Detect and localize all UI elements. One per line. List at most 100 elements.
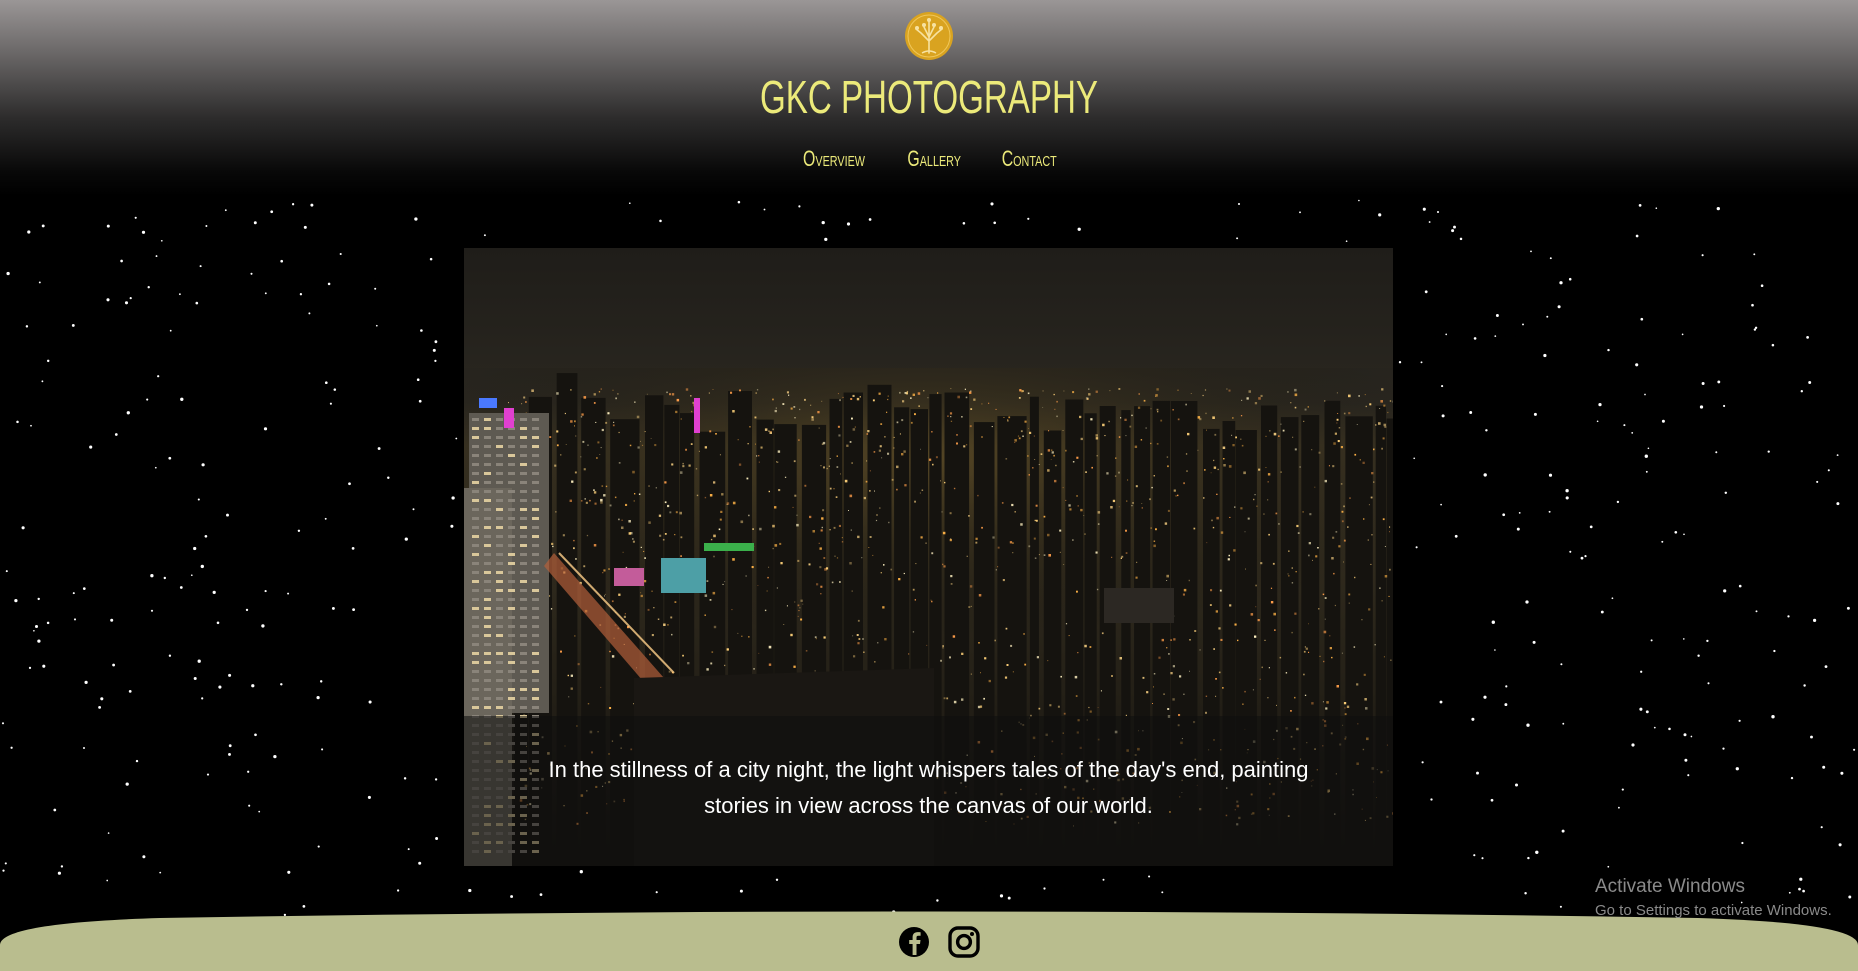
star — [1827, 469, 1830, 472]
star — [72, 592, 75, 595]
star — [1600, 610, 1604, 614]
star — [1398, 361, 1402, 364]
star — [1735, 767, 1739, 771]
star — [14, 598, 18, 603]
star — [655, 891, 658, 894]
star — [1840, 771, 1844, 775]
star — [1723, 404, 1726, 408]
star — [539, 893, 543, 896]
star — [1623, 424, 1626, 427]
star — [1345, 240, 1348, 243]
star — [114, 433, 118, 436]
star — [1535, 850, 1539, 854]
star — [193, 676, 197, 681]
star — [168, 456, 172, 460]
instagram-icon[interactable] — [947, 925, 981, 959]
star — [1527, 856, 1530, 860]
star — [775, 878, 779, 881]
star — [824, 237, 828, 242]
star — [228, 673, 232, 677]
star — [1569, 550, 1572, 553]
star — [1516, 527, 1520, 531]
star — [106, 224, 110, 228]
star — [510, 895, 514, 898]
star — [821, 220, 825, 225]
star — [1800, 390, 1803, 393]
star — [1424, 290, 1428, 294]
star — [1738, 584, 1742, 588]
star — [270, 210, 274, 214]
star — [1027, 217, 1030, 220]
star — [468, 888, 472, 893]
star — [263, 427, 268, 431]
star — [739, 889, 743, 893]
star — [16, 420, 19, 424]
star — [1546, 315, 1549, 318]
star — [1701, 382, 1705, 385]
star — [248, 804, 251, 807]
star — [1803, 684, 1806, 687]
star — [1661, 419, 1665, 423]
star — [1454, 534, 1458, 538]
nav-gallery[interactable]: Gallery — [907, 146, 961, 172]
star — [308, 312, 311, 315]
star — [228, 752, 231, 756]
star — [112, 663, 116, 667]
star — [71, 323, 75, 327]
star — [450, 524, 454, 528]
star — [10, 746, 13, 749]
nav-contact[interactable]: Contact — [1002, 146, 1057, 172]
star — [1706, 639, 1709, 643]
star — [124, 301, 129, 305]
star — [420, 329, 423, 332]
star — [321, 748, 324, 751]
star — [291, 203, 295, 206]
star — [414, 217, 418, 221]
star — [107, 832, 110, 834]
star — [1549, 257, 1552, 260]
star — [57, 871, 61, 875]
star — [1483, 473, 1487, 477]
star — [264, 590, 267, 593]
star — [367, 795, 371, 799]
star — [451, 496, 455, 500]
star — [27, 230, 31, 234]
star — [168, 654, 172, 657]
tree-of-life-icon[interactable] — [904, 11, 954, 61]
star — [418, 861, 422, 865]
star — [1445, 333, 1448, 336]
star — [1723, 589, 1727, 593]
star — [1526, 723, 1530, 727]
star — [1436, 210, 1440, 214]
star — [258, 810, 261, 813]
star — [280, 259, 284, 263]
star — [1494, 335, 1497, 337]
star — [25, 325, 29, 328]
star — [150, 609, 154, 612]
star — [1690, 735, 1693, 738]
nav-overview[interactable]: Overview — [803, 146, 865, 172]
star — [1476, 771, 1479, 775]
star — [1813, 618, 1817, 623]
star — [1635, 363, 1639, 367]
star — [1299, 211, 1301, 214]
star — [416, 378, 420, 382]
star — [1836, 502, 1840, 506]
star — [33, 629, 35, 632]
star — [1810, 735, 1813, 739]
star — [1589, 525, 1593, 529]
star — [1440, 503, 1442, 506]
star — [1, 722, 5, 725]
star — [264, 292, 267, 295]
star — [1491, 620, 1495, 624]
star — [1836, 454, 1839, 457]
star — [1790, 776, 1794, 780]
star — [412, 508, 415, 511]
star — [1459, 237, 1463, 241]
star — [180, 397, 184, 401]
star — [38, 281, 41, 284]
star — [224, 209, 227, 212]
facebook-icon[interactable] — [897, 925, 931, 959]
star — [135, 759, 139, 763]
star — [1525, 600, 1529, 604]
